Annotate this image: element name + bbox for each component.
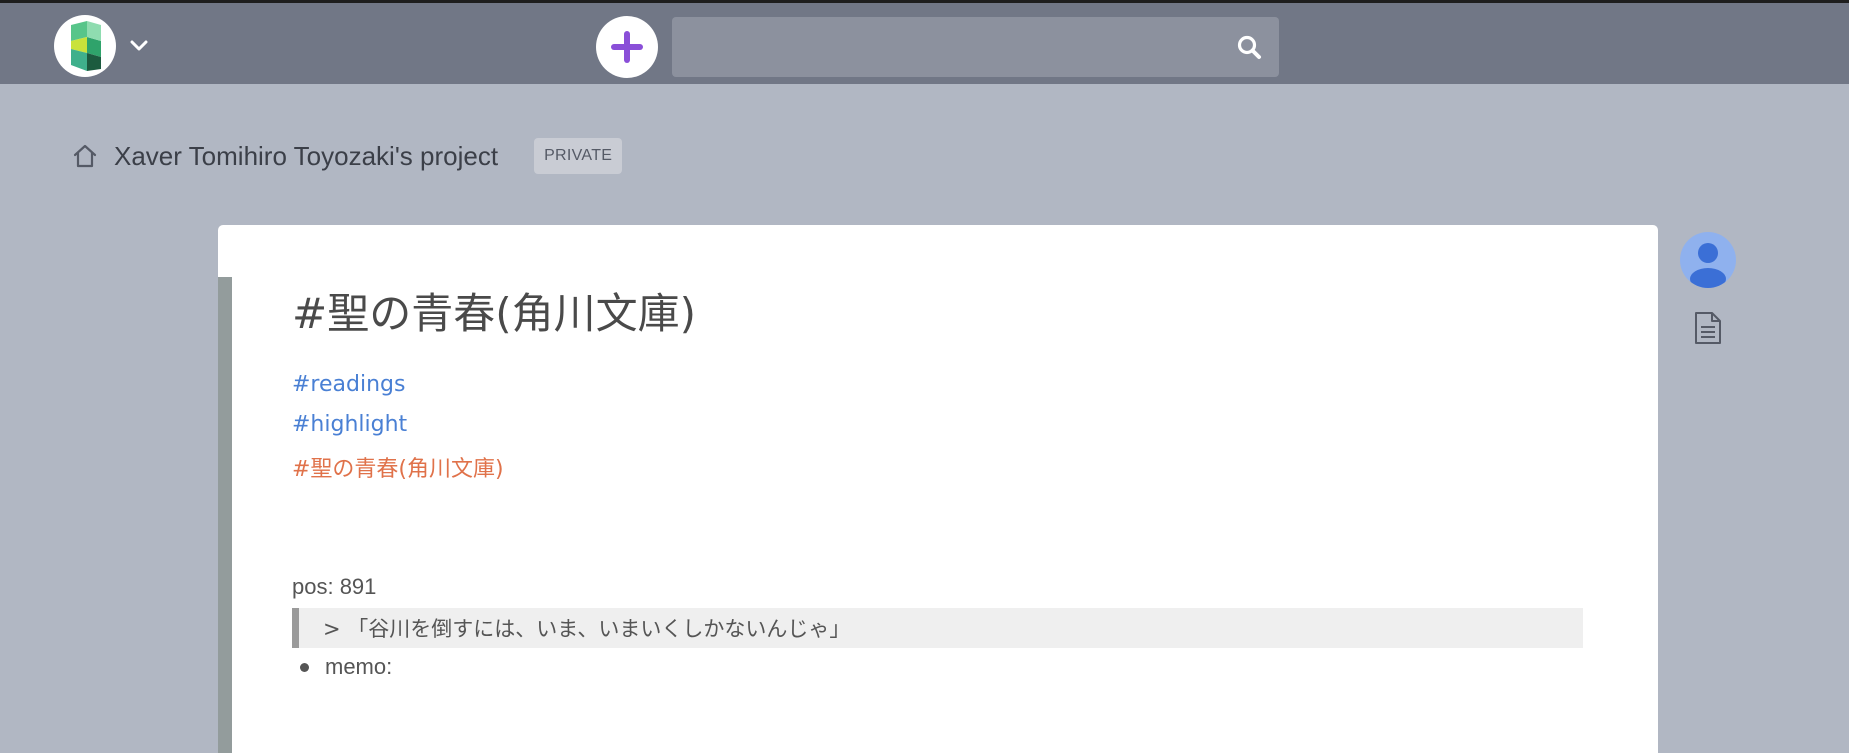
visibility-badge: PRIVATE (534, 138, 623, 174)
memo-list-item[interactable]: memo: (300, 654, 392, 680)
tag-link-readings[interactable]: #readings (292, 372, 405, 397)
quote-block[interactable]: > 「谷川を倒すには、いま、いまいくしかないんじゃ」 (292, 608, 1583, 648)
user-avatar-icon[interactable] (1680, 232, 1736, 288)
bullet-icon (300, 662, 309, 672)
search-bar (672, 17, 1279, 77)
position-line[interactable]: pos: 891 (292, 574, 376, 600)
quote-text: > 「谷川を倒すには、いま、いまいくしかないんじゃ」 (323, 617, 851, 641)
new-page-button[interactable] (596, 16, 658, 78)
home-icon[interactable] (70, 141, 100, 171)
document-icon[interactable] (1691, 310, 1725, 346)
plus-icon (611, 31, 643, 63)
project-header: Xaver Tomihiro Toyozaki's project PRIVAT… (70, 136, 623, 176)
chevron-down-icon[interactable] (128, 35, 150, 57)
scrapbox-logo-icon (71, 21, 101, 71)
top-navbar (0, 0, 1849, 84)
page-title[interactable]: #聖の青春(角川文庫) (292, 280, 696, 341)
tag-link-highlight[interactable]: #highlight (292, 412, 407, 437)
tag-link-current-page[interactable]: #聖の青春(角川文庫) (292, 451, 504, 483)
search-icon[interactable] (1235, 33, 1263, 61)
project-logo-button[interactable] (54, 15, 116, 77)
page-left-rule (218, 277, 232, 753)
search-input[interactable] (672, 17, 1212, 77)
memo-label: memo: (325, 654, 393, 679)
project-title-link[interactable]: Xaver Tomihiro Toyozaki's project (114, 141, 498, 172)
